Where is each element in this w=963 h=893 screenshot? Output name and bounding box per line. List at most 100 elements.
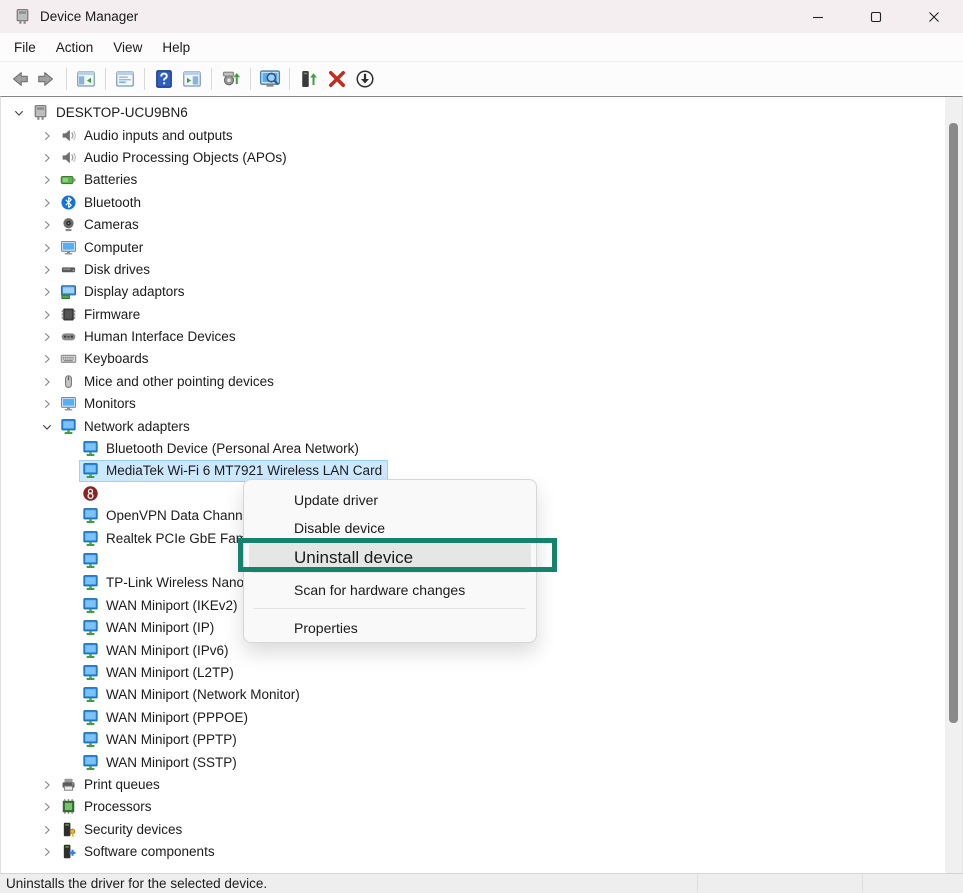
network-adapter-icon xyxy=(82,619,99,636)
context-menu-item-update-driver[interactable]: Update driver xyxy=(249,486,531,514)
chevron-collapsed-icon[interactable] xyxy=(37,844,57,860)
tree-item[interactable]: Keyboards xyxy=(57,348,155,370)
tree-item[interactable]: Processors xyxy=(57,796,158,818)
menu-help[interactable]: Help xyxy=(152,36,200,59)
chevron-collapsed-icon[interactable] xyxy=(37,351,57,367)
tree-item[interactable]: WAN Miniport (L2TP) xyxy=(79,662,240,684)
tree-item[interactable]: Network adapters xyxy=(57,416,196,438)
chevron-expanded-icon[interactable] xyxy=(37,419,57,435)
update-driver-button[interactable] xyxy=(296,66,322,92)
chevron-collapsed-icon[interactable] xyxy=(37,374,57,390)
tree-item[interactable]: OpenVPN Data Chann xyxy=(79,505,249,527)
monitor-icon xyxy=(60,395,77,412)
tree-item[interactable]: WAN Miniport (IKEv2) xyxy=(79,595,244,617)
chevron-collapsed-icon[interactable] xyxy=(37,240,57,256)
tree-item[interactable]: Batteries xyxy=(57,169,143,191)
tree-item[interactable]: Human Interface Devices xyxy=(57,326,242,348)
tree-row: WAN Miniport (SSTP) xyxy=(1,751,962,773)
forward-button[interactable] xyxy=(34,66,60,92)
camera-icon xyxy=(60,216,77,233)
chevron-collapsed-icon[interactable] xyxy=(37,150,57,166)
tree-item[interactable]: Audio inputs and outputs xyxy=(57,125,239,147)
tree-item[interactable]: WAN Miniport (SSTP) xyxy=(79,752,243,774)
software-component-icon xyxy=(60,843,77,860)
tree-item[interactable]: Mice and other pointing devices xyxy=(57,371,280,393)
context-menu-item-disable-device[interactable]: Disable device xyxy=(249,514,531,542)
maximize-button[interactable] xyxy=(847,0,905,33)
menu-file[interactable]: File xyxy=(4,36,46,59)
context-menu-item-scan-for-hardware-changes[interactable]: Scan for hardware changes xyxy=(249,573,531,606)
tree-row: WAN Miniport (PPTP) xyxy=(1,729,962,751)
tree-item[interactable]: Bluetooth xyxy=(57,192,147,214)
back-button[interactable] xyxy=(6,66,32,92)
tree-item-label: Security devices xyxy=(84,822,182,837)
tree-item[interactable]: WAN Miniport (IP) xyxy=(79,617,220,639)
back-icon xyxy=(8,68,30,90)
tree-item[interactable]: Audio Processing Objects (APOs) xyxy=(57,147,293,169)
chevron-collapsed-icon[interactable] xyxy=(37,217,57,233)
tree-item[interactable]: DESKTOP-UCU9BN6 xyxy=(29,102,194,124)
help-button[interactable] xyxy=(151,66,177,92)
close-icon xyxy=(927,10,941,24)
minimize-button[interactable] xyxy=(789,0,847,33)
context-menu-item-properties[interactable]: Properties xyxy=(249,611,531,644)
show-action-pane-button[interactable] xyxy=(179,66,205,92)
tree-item[interactable]: Computer xyxy=(57,237,149,259)
tree-item[interactable]: WAN Miniport (IPv6) xyxy=(79,640,235,662)
menu-view[interactable]: View xyxy=(103,36,152,59)
chevron-collapsed-icon[interactable] xyxy=(37,172,57,188)
tree-item[interactable]: TP-Link Wireless Nano xyxy=(79,572,250,594)
tree-item-label: Human Interface Devices xyxy=(84,329,236,344)
chevron-collapsed-icon[interactable] xyxy=(37,822,57,838)
disable-device-icon xyxy=(355,69,375,89)
scrollbar-thumb[interactable] xyxy=(949,123,958,723)
chevron-collapsed-icon[interactable] xyxy=(37,799,57,815)
tree-item[interactable]: Realtek PCIe GbE Fam xyxy=(79,528,253,550)
tree-item[interactable] xyxy=(79,483,112,505)
tree-item[interactable]: Software components xyxy=(57,841,221,863)
context-menu-item-uninstall-device[interactable]: Uninstall device xyxy=(249,542,531,573)
disable-device-button[interactable] xyxy=(352,66,378,92)
network-adapter-icon xyxy=(82,440,99,457)
tree-item[interactable]: Monitors xyxy=(57,393,142,415)
menu-bar: FileActionViewHelp xyxy=(0,33,963,62)
tree-item[interactable]: Print queues xyxy=(57,774,166,796)
chevron-collapsed-icon[interactable] xyxy=(37,777,57,793)
tree-item[interactable]: Disk drives xyxy=(57,259,156,281)
network-adapter-icon xyxy=(82,731,99,748)
tree-item[interactable]: WAN Miniport (PPPOE) xyxy=(79,707,254,729)
tree-item[interactable]: WAN Miniport (Network Monitor) xyxy=(79,684,306,706)
tree-item-label: WAN Miniport (IPv6) xyxy=(106,643,229,658)
chevron-collapsed-icon[interactable] xyxy=(37,284,57,300)
add-drivers-button[interactable] xyxy=(218,66,244,92)
chevron-collapsed-icon[interactable] xyxy=(37,195,57,211)
tree-item[interactable] xyxy=(79,550,112,572)
tree-item[interactable]: Security devices xyxy=(57,819,188,841)
chevron-collapsed-icon[interactable] xyxy=(37,128,57,144)
uninstall-device-button[interactable] xyxy=(324,66,350,92)
chevron-collapsed-icon[interactable] xyxy=(37,307,57,323)
minimize-icon xyxy=(811,10,825,24)
tree-item[interactable]: WAN Miniport (PPTP) xyxy=(79,729,243,751)
tree-row: Security devices xyxy=(1,819,962,841)
show-console-tree-button[interactable] xyxy=(73,66,99,92)
tree-item[interactable]: Display adaptors xyxy=(57,281,191,303)
tree-item-label: Print queues xyxy=(84,777,160,792)
network-adapter-icon xyxy=(60,418,77,435)
properties-button[interactable] xyxy=(112,66,138,92)
vertical-scrollbar[interactable] xyxy=(945,97,962,873)
chevron-expanded-icon[interactable] xyxy=(9,105,29,121)
chevron-collapsed-icon[interactable] xyxy=(37,396,57,412)
tree-item[interactable]: Cameras xyxy=(57,214,145,236)
tree-item[interactable]: Firmware xyxy=(57,304,146,326)
chevron-collapsed-icon[interactable] xyxy=(37,262,57,278)
tree-item[interactable]: Bluetooth Device (Personal Area Network) xyxy=(79,438,365,460)
tree-row: Keyboards xyxy=(1,348,962,370)
tree-item-label: Disk drives xyxy=(84,262,150,277)
chevron-collapsed-icon[interactable] xyxy=(37,329,57,345)
scan-hardware-changes-button[interactable] xyxy=(257,66,283,92)
menu-action[interactable]: Action xyxy=(46,36,104,59)
close-button[interactable] xyxy=(905,0,963,33)
device-manager-icon xyxy=(14,8,31,25)
tree-item-label: Software components xyxy=(84,844,215,859)
